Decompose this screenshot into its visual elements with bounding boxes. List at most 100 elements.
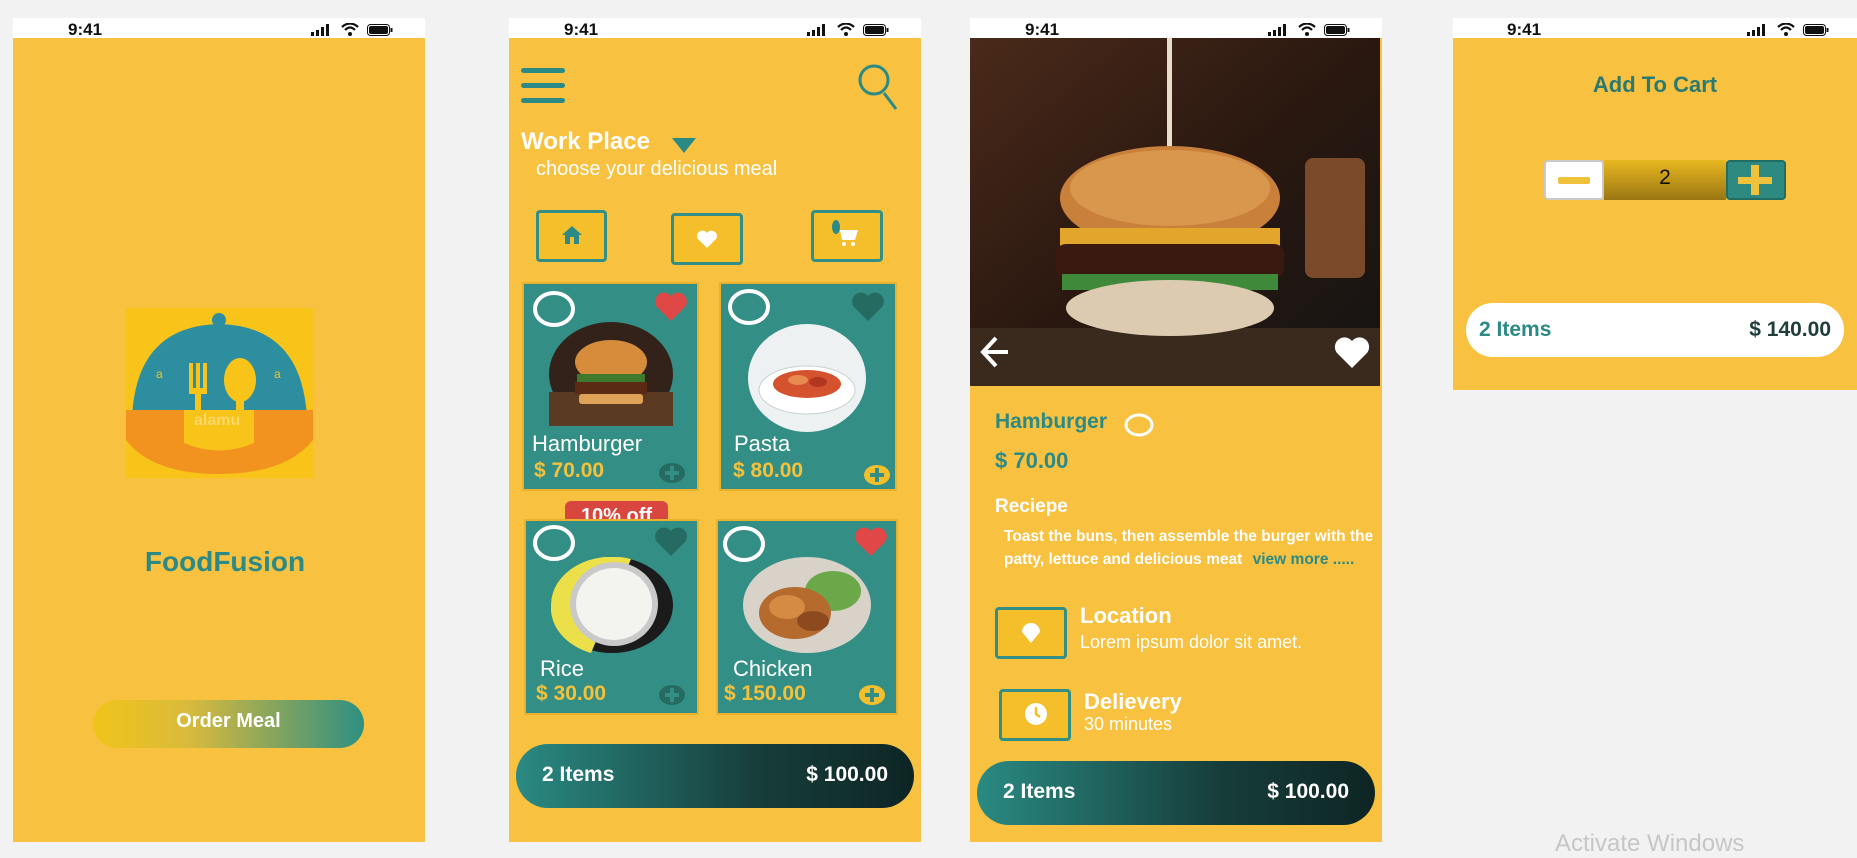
- food-name: Pasta: [734, 431, 791, 456]
- status-icons: [1747, 23, 1829, 36]
- food-card-hamburger[interactable]: Hamburger $ 70.00: [522, 282, 699, 491]
- status-icons: [807, 23, 889, 36]
- order-meal-button[interactable]: Order Meal: [93, 700, 364, 748]
- clock-icon: [1025, 703, 1047, 725]
- svg-text:a: a: [156, 367, 163, 381]
- hero-image-hamburger: [970, 38, 1380, 386]
- back-arrow-icon[interactable]: [980, 335, 1010, 369]
- nav-favorites-button[interactable]: [671, 213, 743, 265]
- favorite-heart-icon[interactable]: [654, 292, 688, 322]
- cart-icon: [832, 220, 858, 246]
- delivery-text: 30 minutes: [1084, 714, 1173, 734]
- location-pin-icon: [1022, 622, 1040, 643]
- favorite-heart-icon[interactable]: [854, 527, 888, 557]
- nav-home-button[interactable]: [536, 210, 607, 262]
- menu-subtitle: choose your delicious meal: [536, 158, 778, 180]
- status-bar: 9:41: [509, 18, 921, 39]
- cart-total: $ 100.00: [806, 763, 888, 786]
- select-radio-icon[interactable]: [727, 288, 771, 326]
- location-icon-box[interactable]: [995, 607, 1067, 659]
- battery-icon: [863, 23, 889, 36]
- nav-cart-button[interactable]: [811, 210, 883, 262]
- add-item-icon[interactable]: [658, 684, 686, 706]
- wifi-icon: [837, 23, 855, 36]
- windows-watermark: Activate Windows: [1555, 830, 1745, 857]
- food-price: $ 30.00: [536, 682, 607, 705]
- food-image-pasta: [748, 324, 866, 432]
- food-name: Hamburger: [532, 431, 643, 456]
- add-item-icon[interactable]: [863, 464, 891, 486]
- logo-text: alamu: [194, 412, 241, 429]
- cart-item-count: 2 Items: [1479, 318, 1552, 341]
- status-time: 9:41: [1025, 20, 1060, 39]
- wifi-icon: [1777, 23, 1795, 36]
- food-image-rice: [551, 557, 673, 653]
- minus-icon: [1558, 177, 1590, 184]
- dish-name: Hamburger: [995, 410, 1108, 433]
- status-time: 9:41: [68, 20, 103, 39]
- heart-icon: [697, 230, 717, 248]
- cart-total-pill[interactable]: 2 Items $ 140.00: [1466, 303, 1844, 357]
- favorite-heart-icon[interactable]: [654, 527, 688, 557]
- select-radio-icon[interactable]: [1123, 412, 1155, 438]
- food-card-pasta[interactable]: Pasta $ 80.00: [719, 282, 897, 491]
- food-name: Rice: [540, 656, 585, 681]
- status-icons: [1268, 23, 1350, 36]
- favorite-heart-icon[interactable]: [851, 292, 885, 322]
- food-card-chicken[interactable]: Chicken $ 150.00: [716, 519, 898, 715]
- food-price: $ 150.00: [724, 682, 806, 705]
- increment-button[interactable]: [1726, 160, 1786, 200]
- wifi-icon: [341, 23, 359, 36]
- battery-icon: [1803, 23, 1829, 36]
- quantity-stepper: 2: [1544, 160, 1786, 200]
- wifi-icon: [1298, 23, 1316, 36]
- favorite-heart-icon[interactable]: [1334, 337, 1370, 369]
- cart-total: $ 140.00: [1749, 318, 1831, 341]
- battery-icon: [367, 23, 393, 36]
- dish-price: $ 70.00: [995, 448, 1069, 473]
- decrement-button[interactable]: [1544, 160, 1604, 200]
- splash-screen: 9:41 a a alamu FoodFusion Order Meal: [13, 18, 425, 842]
- food-card-rice[interactable]: Rice $ 30.00: [524, 519, 699, 715]
- signal-icon: [311, 23, 329, 36]
- location-text: Lorem ipsum dolor sit amet.: [1080, 632, 1303, 652]
- location-title[interactable]: Work Place: [521, 128, 650, 156]
- status-icons: [311, 23, 393, 36]
- signal-icon: [1747, 23, 1765, 36]
- status-bar: 9:41: [970, 18, 1382, 39]
- quantity-value: 2: [1604, 160, 1726, 200]
- recipe-heading: Reciepe: [995, 496, 1068, 517]
- status-time: 9:41: [564, 20, 599, 39]
- add-to-cart-screen: 9:41 Add To Cart 2 2 Items $ 140.00: [1453, 18, 1857, 390]
- cart-item-count: 2 Items: [1003, 780, 1076, 803]
- location-dropdown-icon[interactable]: [672, 138, 696, 154]
- signal-icon: [1268, 23, 1286, 36]
- food-name: Chicken: [733, 656, 813, 681]
- app-logo: a a alamu: [126, 308, 313, 478]
- food-image-chicken: [743, 557, 871, 653]
- food-price: $ 80.00: [733, 459, 804, 482]
- menu-screen: 9:41 Work Place choose your delicious me…: [509, 18, 921, 842]
- recipe-text: patty, lettuce and delicious meat: [1004, 551, 1243, 568]
- plus-icon: [1738, 165, 1772, 195]
- status-bar: 9:41: [13, 18, 425, 39]
- delivery-icon-box[interactable]: [999, 689, 1071, 741]
- svg-text:a: a: [274, 367, 281, 381]
- hamburger-menu-icon[interactable]: [521, 66, 565, 106]
- cart-summary-bar[interactable]: 2 Items $ 100.00: [977, 761, 1375, 825]
- recipe-line-2: patty, lettuce and delicious meat view m…: [1004, 551, 1354, 569]
- cart-title: Add To Cart: [1592, 72, 1718, 97]
- food-price: $ 70.00: [534, 459, 605, 482]
- add-item-icon[interactable]: [858, 684, 886, 706]
- detail-screen: 9:41 Hamburger $ 70.00 Reciepe Toast the…: [970, 18, 1382, 842]
- status-bar: 9:41: [1453, 18, 1857, 39]
- battery-icon: [1324, 23, 1350, 36]
- view-more-link[interactable]: view more .....: [1253, 551, 1355, 568]
- location-title: Location: [1080, 603, 1172, 628]
- add-item-icon[interactable]: [658, 462, 686, 484]
- delivery-title: Delievery: [1084, 689, 1182, 714]
- home-icon: [562, 226, 582, 244]
- search-icon[interactable]: [858, 60, 900, 112]
- brand-title: FoodFusion: [144, 546, 306, 577]
- cart-summary-bar[interactable]: 2 Items $ 100.00: [516, 744, 914, 808]
